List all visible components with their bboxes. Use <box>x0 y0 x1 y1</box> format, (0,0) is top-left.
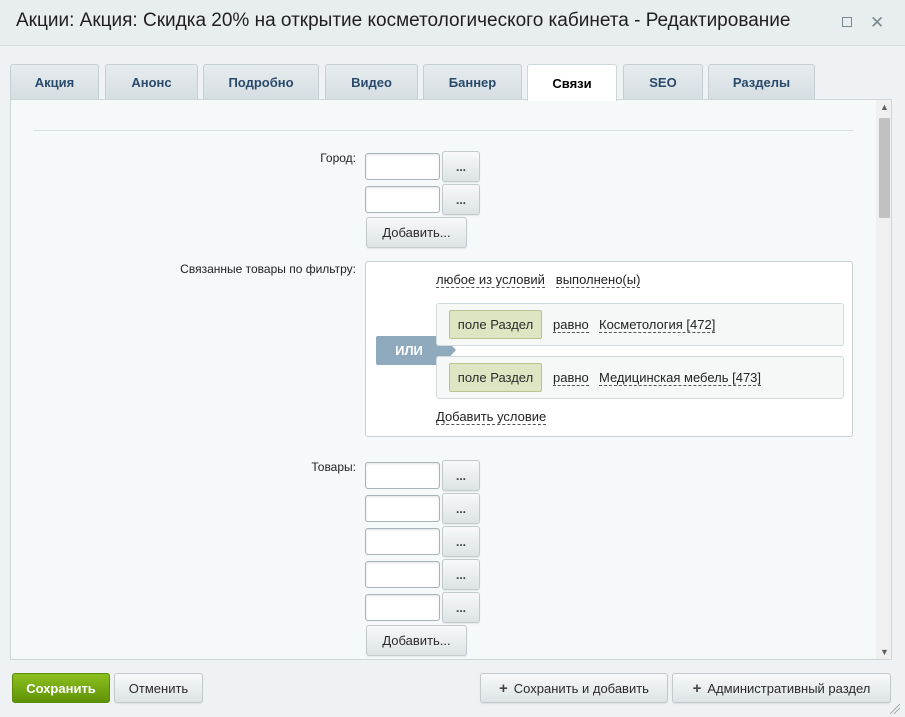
city-browse-button-2[interactable]: ... <box>442 184 480 215</box>
condition-operator-link[interactable]: равно <box>553 370 589 386</box>
or-logic-badge: ИЛИ <box>376 336 456 365</box>
goods-input-2[interactable] <box>365 495 440 522</box>
tab-banner[interactable]: Баннер <box>423 64 522 100</box>
goods-input-5[interactable] <box>365 594 440 621</box>
tab-svyazi[interactable]: Связи <box>527 64 617 101</box>
window-titlebar: Акции: Акция: Скидка 20% на открытие кос… <box>0 0 905 46</box>
tab-razdely[interactable]: Разделы <box>708 64 815 100</box>
condition-field-chip[interactable]: поле Раздел <box>449 363 542 392</box>
condition-operator-link[interactable]: равно <box>553 317 589 333</box>
admin-section-label: Административный раздел <box>707 680 871 696</box>
window-title: Акции: Акция: Скидка 20% на открытие кос… <box>16 10 791 31</box>
condition-value-link[interactable]: Косметология [472] <box>599 317 716 333</box>
filter-label: Связанные товары по фильтру: <box>180 262 356 276</box>
city-input-2[interactable] <box>365 186 440 213</box>
save-and-add-label: Сохранить и добавить <box>513 680 649 696</box>
tab-anons[interactable]: Анонс <box>105 64 198 100</box>
resize-grip-icon[interactable] <box>890 704 902 716</box>
scroll-down-arrow-icon[interactable]: ▼ <box>880 647 889 657</box>
filter-mode-done-link[interactable]: выполнено(ы) <box>555 272 641 288</box>
goods-browse-button-3[interactable]: ... <box>442 526 480 557</box>
tab-seo[interactable]: SEO <box>623 64 703 100</box>
tab-content-panel: Город: ... ... Добавить... Связанные тов… <box>10 99 892 660</box>
plus-icon: + <box>692 679 702 697</box>
filter-conditions-box: любое из условий выполнено(ы) ИЛИ поле Р… <box>365 261 853 437</box>
scroll-up-arrow-icon[interactable]: ▲ <box>880 102 889 112</box>
filter-mode: любое из условий выполнено(ы) <box>436 272 641 288</box>
vertical-scrollbar[interactable]: ▲ ▼ <box>876 100 891 659</box>
goods-input-3[interactable] <box>365 528 440 555</box>
goods-label: Товары: <box>311 460 356 474</box>
condition-field-chip[interactable]: поле Раздел <box>449 310 542 339</box>
goods-input-1[interactable] <box>365 462 440 489</box>
goods-add-button[interactable]: Добавить... <box>366 625 467 656</box>
city-add-button[interactable]: Добавить... <box>366 217 467 248</box>
goods-browse-button-4[interactable]: ... <box>442 559 480 590</box>
add-condition-link[interactable]: Добавить условие <box>436 409 547 425</box>
goods-browse-button-2[interactable]: ... <box>442 493 480 524</box>
city-label: Город: <box>320 151 356 165</box>
save-button[interactable]: Сохранить <box>12 673 110 703</box>
tab-podrobno[interactable]: Подробно <box>203 64 319 100</box>
filter-mode-any-link[interactable]: любое из условий <box>436 272 545 288</box>
admin-section-button[interactable]: + Административный раздел <box>672 673 891 703</box>
save-and-add-button[interactable]: + Сохранить и добавить <box>480 673 668 703</box>
city-input-1[interactable] <box>365 153 440 180</box>
goods-input-4[interactable] <box>365 561 440 588</box>
tab-akciya[interactable]: Акция <box>10 64 99 100</box>
condition-row: поле Раздел равно Медицинская мебель [47… <box>436 356 844 399</box>
condition-value-link[interactable]: Медицинская мебель [473] <box>599 370 762 386</box>
condition-row: поле Раздел равно Косметология [472] <box>436 303 844 346</box>
city-browse-button-1[interactable]: ... <box>442 151 480 182</box>
close-icon[interactable]: ✕ <box>870 14 884 32</box>
plus-icon: + <box>499 679 508 697</box>
cancel-button[interactable]: Отменить <box>114 673 203 703</box>
tab-video[interactable]: Видео <box>325 64 418 100</box>
divider <box>33 130 853 131</box>
maximize-icon[interactable] <box>842 17 854 29</box>
goods-browse-button-1[interactable]: ... <box>442 460 480 491</box>
scrollbar-thumb[interactable] <box>879 118 890 218</box>
goods-browse-button-5[interactable]: ... <box>442 592 480 623</box>
